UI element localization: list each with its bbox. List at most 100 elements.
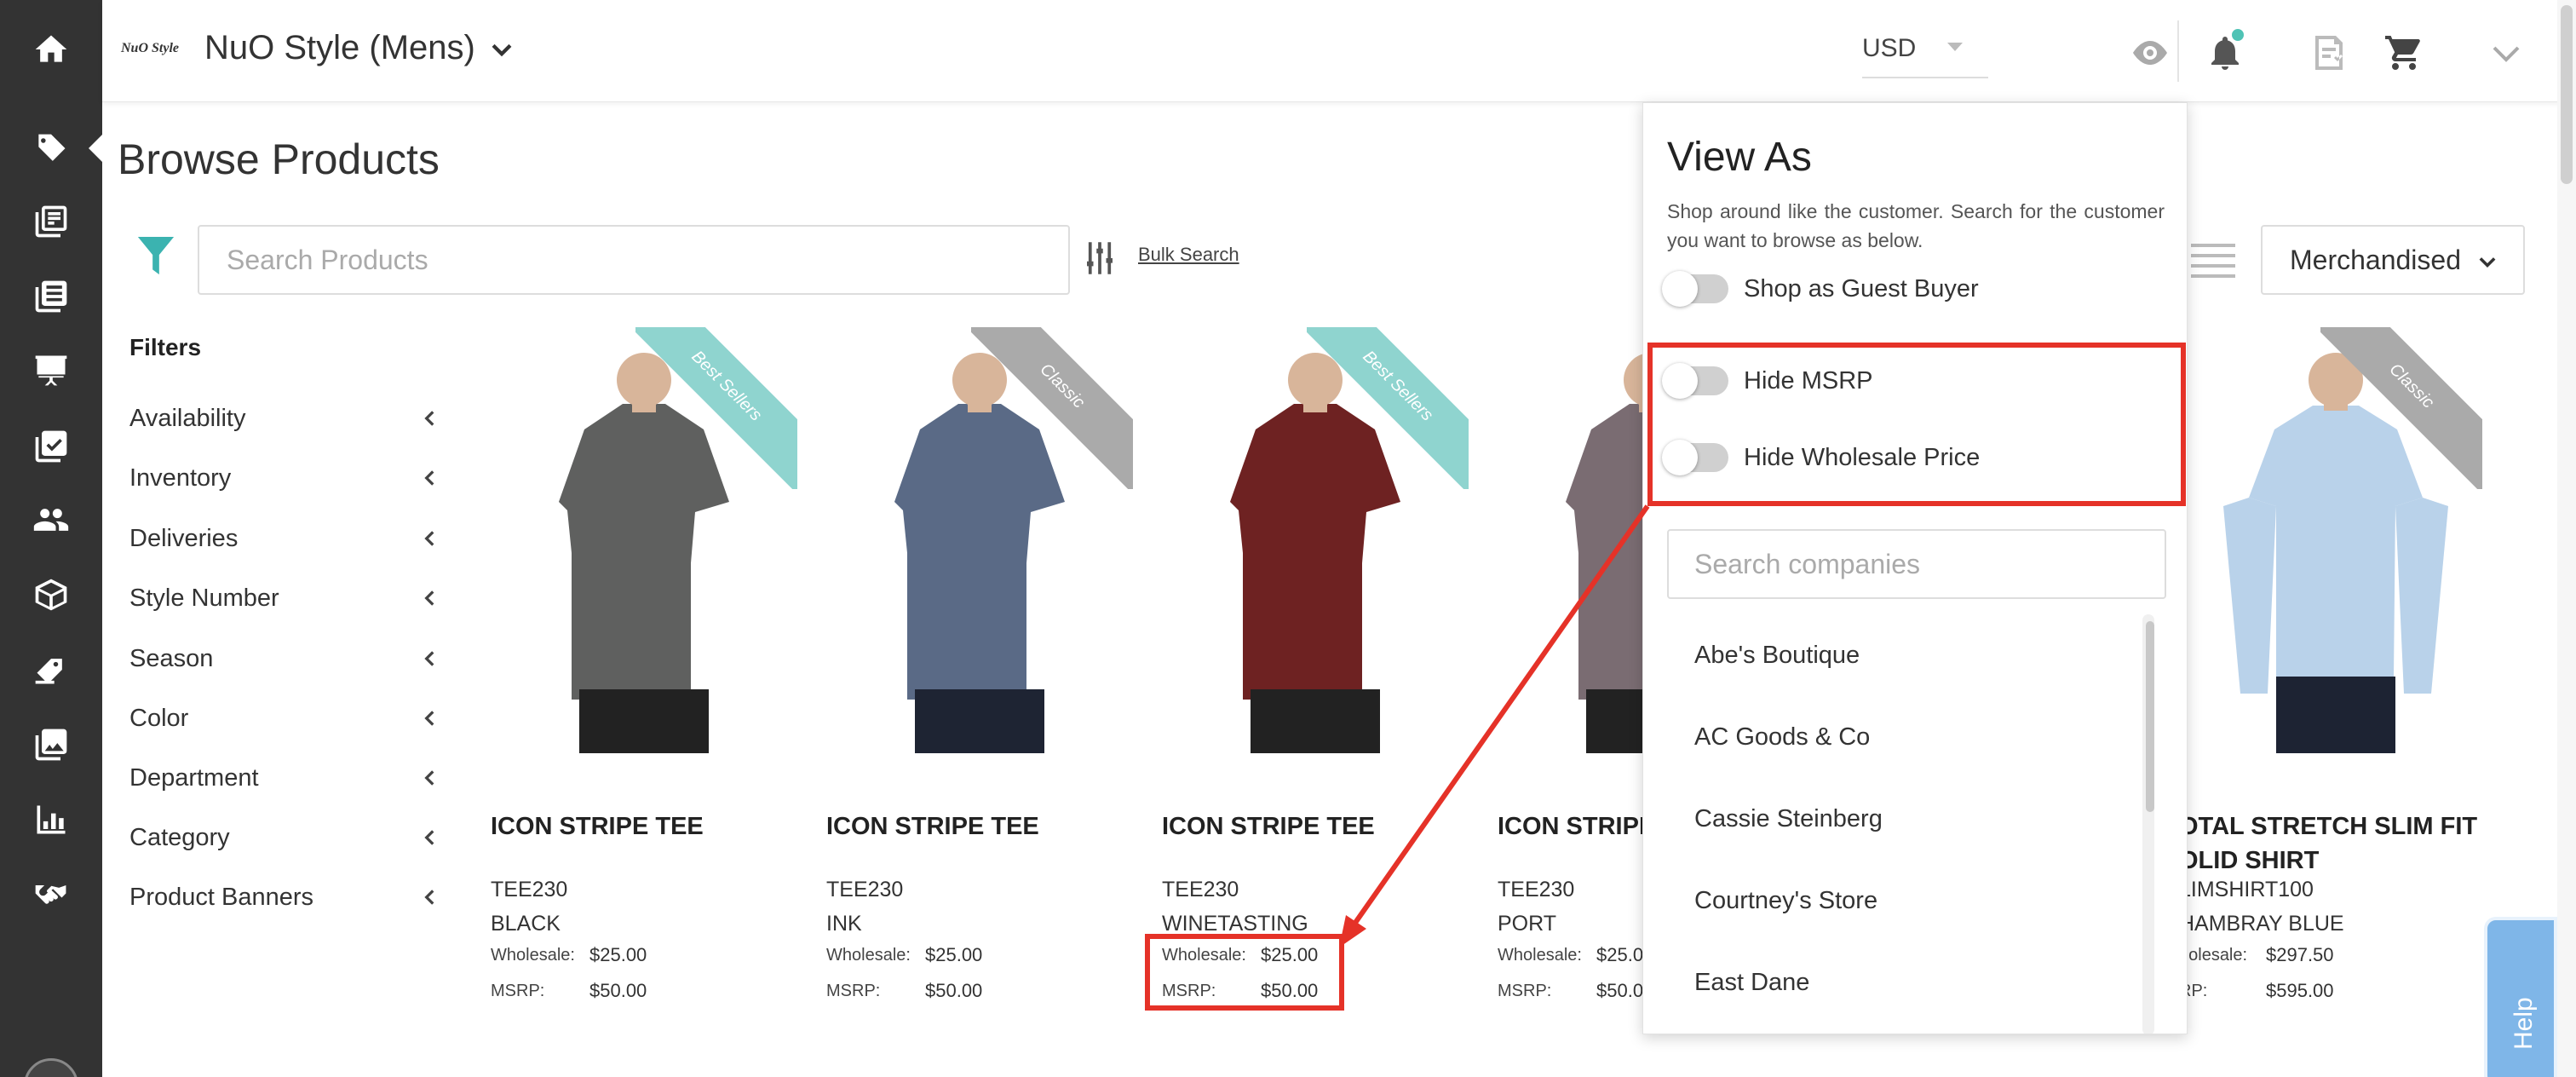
- filter-department[interactable]: Department: [129, 757, 445, 799]
- ribbon-label: Best Sellers: [1307, 327, 1469, 489]
- price-highlight-box: [1145, 934, 1344, 1011]
- filter-label: Category: [129, 823, 230, 851]
- page-scrollbar[interactable]: [2557, 0, 2576, 1077]
- msrp-price: $595.00: [2266, 980, 2334, 1001]
- active-indicator: [89, 135, 102, 162]
- company-item[interactable]: AC Goods & Co: [1694, 723, 1870, 752]
- filter-availability[interactable]: Availability: [129, 397, 445, 440]
- toggles-highlight-box: [1647, 343, 2186, 506]
- filter-label: Availability: [129, 404, 246, 432]
- sort-select[interactable]: Merchandised: [2261, 225, 2525, 295]
- chevron-left-icon: [424, 470, 434, 486]
- shirt-sleeve-shape: [2395, 498, 2448, 694]
- product-name[interactable]: OTAL STRETCH SLIM FIT OLID SHIRT: [2179, 809, 2482, 878]
- wholesale-label: Wholesale:: [826, 946, 911, 965]
- wholesale-label: holesale:: [2179, 946, 2248, 965]
- filter-label: Department: [129, 763, 259, 792]
- company-list-scrollbar-thumb[interactable]: [2146, 621, 2154, 812]
- guest-buyer-label: Shop as Guest Buyer: [1744, 274, 1979, 302]
- reports-chart-icon[interactable]: [0, 794, 102, 845]
- filter-category[interactable]: Category: [129, 816, 445, 859]
- product-card[interactable]: Classic ICON STRIPE TEE TEE230 INK Whole…: [826, 327, 1150, 1026]
- product-name[interactable]: ICON STRIPE TEE: [491, 809, 814, 844]
- checklist-icon[interactable]: [0, 421, 102, 472]
- currency-select[interactable]: USD: [1862, 26, 1988, 78]
- msrp-price: $50.0: [1596, 980, 1644, 1001]
- filter-label: Inventory: [129, 464, 232, 492]
- ribbon-label: Best Sellers: [635, 327, 797, 489]
- help-label: Help: [2510, 997, 2538, 1050]
- tag-icon[interactable]: [0, 124, 102, 176]
- filter-color[interactable]: Color: [129, 697, 445, 740]
- account-chevron-icon[interactable]: [2486, 32, 2527, 73]
- filter-season[interactable]: Season: [129, 637, 445, 680]
- filter-deliveries[interactable]: Deliveries: [129, 517, 445, 560]
- filter-inventory[interactable]: Inventory: [129, 457, 445, 499]
- chevron-left-icon: [424, 411, 434, 426]
- product-name[interactable]: ICON STRIPE TEE: [826, 809, 1150, 844]
- filter-style-number[interactable]: Style Number: [129, 577, 445, 619]
- filter-product-banners[interactable]: Product Banners: [129, 876, 445, 919]
- advanced-search-icon[interactable]: [1087, 242, 1113, 274]
- chevron-left-icon: [424, 651, 434, 666]
- wholesale-price: $297.50: [2266, 944, 2334, 965]
- product-image[interactable]: Classic: [826, 327, 1133, 753]
- search-input[interactable]: Search Products: [198, 225, 1070, 295]
- company-item[interactable]: Abe's Boutique: [1694, 642, 1860, 670]
- user-avatar[interactable]: [24, 1058, 78, 1077]
- sort-value: Merchandised: [2290, 244, 2461, 275]
- left-nav-rail: [0, 0, 102, 1077]
- catalog-icon[interactable]: [0, 196, 102, 247]
- box-icon[interactable]: [0, 569, 102, 620]
- chevron-left-icon: [424, 830, 434, 845]
- company-search-input[interactable]: Search companies: [1667, 529, 2166, 599]
- cart-icon[interactable]: [2383, 32, 2424, 73]
- currency-value: USD: [1862, 34, 1917, 62]
- wholesale-price: $25.00: [925, 944, 983, 965]
- caret-down-icon: [1947, 43, 1963, 51]
- toggle-knob: [1662, 271, 1698, 307]
- company-item[interactable]: East Dane: [1694, 969, 1809, 997]
- product-card[interactable]: Classic OTAL STRETCH SLIM FIT OLID SHIRT…: [2159, 327, 2482, 1026]
- filter-label: Deliveries: [129, 524, 239, 552]
- help-tab[interactable]: Help: [2484, 917, 2557, 1077]
- chevron-down-icon: [2479, 257, 2496, 268]
- filter-label: Season: [129, 644, 214, 672]
- msrp-label: MSRP:: [491, 982, 545, 1000]
- eye-icon[interactable]: [2130, 32, 2171, 73]
- customers-icon[interactable]: [0, 494, 102, 545]
- product-card[interactable]: Best Sellers ICON STRIPE TEE TEE230 BLAC…: [491, 327, 814, 1026]
- product-image[interactable]: Best Sellers: [1162, 327, 1469, 753]
- product-sku: TEE230: [1162, 878, 1239, 901]
- product-color: HAMBRAY BLUE: [2179, 912, 2344, 936]
- list-view-icon[interactable]: [2191, 244, 2235, 278]
- msrp-price: $50.00: [925, 980, 983, 1001]
- product-image[interactable]: Classic: [2189, 327, 2482, 753]
- page-title: Browse Products: [118, 135, 440, 183]
- orders-list-icon[interactable]: [0, 271, 102, 322]
- company-item[interactable]: Cassie Steinberg: [1694, 805, 1883, 833]
- product-sku: TEE230: [1498, 878, 1575, 901]
- filter-funnel-icon[interactable]: [136, 235, 175, 278]
- guest-buyer-toggle-row[interactable]: Shop as Guest Buyer: [1662, 270, 1979, 308]
- msrp-label: MSRP:: [826, 982, 881, 1000]
- store-name[interactable]: NuO Style (Mens): [204, 29, 475, 67]
- home-icon[interactable]: [0, 24, 102, 75]
- company-item[interactable]: Courtney's Store: [1694, 887, 1877, 915]
- product-name[interactable]: ICON STRIPE TEE: [1162, 809, 1486, 844]
- ribbon-label: Classic: [2320, 327, 2482, 489]
- quick-order-icon[interactable]: [2309, 32, 2349, 73]
- product-card[interactable]: Best Sellers ICON STRIPE TEE TEE230 WINE…: [1162, 327, 1486, 1026]
- guest-buyer-toggle[interactable]: [1662, 271, 1728, 307]
- product-image[interactable]: Best Sellers: [491, 327, 797, 753]
- deals-tag-icon[interactable]: [0, 644, 102, 695]
- presentation-icon[interactable]: [0, 344, 102, 395]
- chevron-down-icon[interactable]: [487, 36, 516, 65]
- handshake-icon[interactable]: [0, 869, 102, 920]
- images-icon[interactable]: [0, 719, 102, 770]
- page-scrollbar-thumb[interactable]: [2561, 5, 2573, 184]
- bulk-search-link[interactable]: Bulk Search: [1138, 244, 1239, 266]
- msrp-price: $50.00: [589, 980, 647, 1001]
- company-list: Abe's Boutique AC Goods & Co Cassie Stei…: [1667, 611, 2166, 1034]
- shirt-sleeve-shape: [2223, 498, 2276, 694]
